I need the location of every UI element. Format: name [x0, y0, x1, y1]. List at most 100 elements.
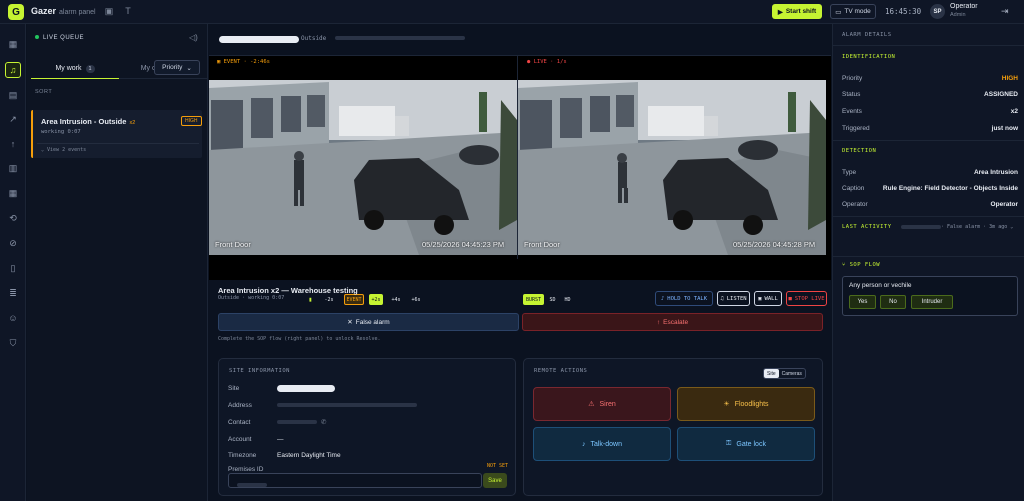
timezone-value: Eastern Daylight Time — [277, 452, 341, 459]
wall-button[interactable]: ▣ WALL — [754, 291, 782, 306]
upload-icon[interactable]: ↑ — [5, 136, 21, 152]
sop-yes-button[interactable]: Yes — [849, 295, 876, 309]
trend-icon[interactable]: ↗ — [5, 111, 21, 127]
escalate-button[interactable]: ↑ Escalate — [522, 313, 823, 331]
toggle-site[interactable]: Site — [764, 369, 779, 378]
top-bar: G Gazer alarm panel ▣ T ▶ Start shift ▭ TV … — [0, 0, 1024, 24]
layout-icon[interactable]: ▣ — [104, 6, 114, 16]
arrow-up-icon: ↑ — [656, 318, 661, 326]
alarm-title: Area Intrusion - Outside x2 — [41, 117, 135, 126]
premises-id-input[interactable] — [228, 473, 482, 488]
scrub-event[interactable]: EVENT — [344, 294, 364, 305]
queue-title: LIVE QUEUE — [35, 35, 84, 41]
route-icon[interactable]: ⟲ — [5, 210, 21, 226]
toggle-cameras[interactable]: Cameras — [779, 369, 805, 378]
scrub-plus-2[interactable]: +2s — [369, 294, 383, 305]
false-alarm-button[interactable]: ✕ False alarm — [218, 313, 519, 331]
calendar-grid-icon[interactable]: ▦ — [5, 185, 21, 201]
text-size-icon[interactable]: T — [123, 6, 133, 16]
siren-label: Siren — [599, 400, 616, 408]
site-information-panel: SITE INFORMATION Site Address Contact ✆ … — [218, 358, 516, 496]
priority-label: Priority — [842, 75, 863, 82]
close-icon: ✕ — [347, 319, 353, 326]
floodlights-button[interactable]: ☀ Floodlights — [677, 387, 815, 421]
scrub-minus-2[interactable]: -2s — [322, 294, 336, 305]
quality-sd[interactable]: SD — [546, 294, 559, 305]
alarm-card[interactable]: Area Intrusion - Outside x2 HIGH working … — [31, 110, 202, 158]
scrub-plus-4[interactable]: +4s — [389, 294, 403, 305]
bell-off-icon[interactable]: ⊘ — [5, 235, 21, 251]
caption-label: Caption — [842, 185, 865, 192]
app-logo: G — [8, 4, 24, 20]
wall-icon: ▣ — [758, 295, 762, 302]
logout-icon[interactable]: ⇥ — [1001, 6, 1009, 17]
sop-no-button[interactable]: No — [880, 295, 906, 309]
priority-value: HIGH — [1001, 75, 1018, 82]
scroll-icon[interactable]: ≣ — [5, 285, 21, 301]
start-shift-label: Start shift — [785, 8, 817, 15]
premises-label: Premises ID — [228, 466, 264, 473]
shield-icon[interactable]: ⛉ — [5, 335, 21, 351]
chevron-down-icon: ⌄ — [186, 64, 192, 72]
events-label: Events — [842, 108, 862, 115]
priority-badge: HIGH — [181, 116, 202, 126]
grid-icon[interactable]: ▦ — [5, 36, 21, 52]
tab-my-work[interactable]: My work 1 — [31, 59, 119, 79]
redacted-camera-name — [219, 36, 299, 43]
view-events-link[interactable]: ⌄ View 2 events — [41, 147, 86, 153]
contact-label: Contact — [228, 419, 251, 426]
alarm-count: x2 — [129, 120, 136, 126]
gate-lock-button[interactable]: ⚿ Gate lock — [677, 427, 815, 461]
start-shift-button[interactable]: ▶ Start shift — [772, 4, 822, 19]
tab-my-work-label: My work — [55, 65, 82, 72]
hold-to-talk-button[interactable]: ♪ HOLD TO TALK — [655, 291, 713, 306]
bell-icon[interactable]: ♫ — [5, 62, 21, 78]
document-icon[interactable]: ▯ — [5, 260, 21, 276]
icon-rail: ▦ ♫ ▤ ↗ ↑ ▥ ▦ ⟲ ⊘ ▯ ≣ ☺ ⛉ — [0, 24, 26, 501]
triggered-row: Triggered just now — [842, 125, 1018, 132]
app-subtitle: alarm panel — [59, 9, 96, 16]
listen-button[interactable]: ♫ LISTEN — [717, 291, 750, 306]
talk-down-button[interactable]: ♪ Talk-down — [533, 427, 671, 461]
quality-hd[interactable]: HD — [561, 294, 574, 305]
camera-icon: ▣ — [217, 59, 224, 65]
details-separator — [833, 140, 1024, 141]
event-feed[interactable]: Front Door 05/25/2026 04:45:23 PM — [209, 80, 517, 255]
wall-label: WALL — [764, 295, 778, 302]
alarm-details-panel: ALARM DETAILS IDENTIFICATION Priority HIG… — [832, 24, 1024, 501]
scrub-plus-6[interactable]: +6s — [409, 294, 423, 305]
phone-icon[interactable]: ✆ — [321, 419, 326, 426]
sop-intruder-button[interactable]: Intruder — [911, 295, 953, 309]
user-role: Admin — [950, 12, 966, 18]
contact-blur — [277, 420, 317, 425]
bar-chart-icon[interactable]: ▥ — [5, 160, 21, 176]
last-activity-value[interactable]: · False alarm · 3m ago ⌄ — [901, 224, 1013, 230]
escalate-label: Escalate — [663, 318, 689, 326]
account-value: — — [277, 436, 284, 443]
stop-icon: ■ — [788, 295, 792, 302]
sop-question-box: Any person or vechile Yes No Intruder — [842, 276, 1018, 316]
live-feed[interactable]: Front Door 05/25/2026 04:45:28 PM — [518, 80, 826, 255]
sort-select[interactable]: Priority ⌄ — [154, 60, 200, 75]
tv-mode-label: TV mode — [844, 8, 871, 15]
address-value — [277, 402, 417, 409]
alarm-details-header: ALARM DETAILS — [842, 32, 892, 38]
avatar[interactable]: SP — [930, 4, 945, 19]
live-feed-name: Front Door — [524, 240, 560, 249]
tab-my-work-count: 1 — [85, 64, 95, 73]
siren-icon: ⚠ — [588, 401, 595, 408]
sort-label: SORT — [35, 89, 53, 95]
calendar-icon[interactable]: ▤ — [5, 87, 21, 103]
caption-value: Rule Engine: Field Detector - Objects In… — [882, 185, 1018, 192]
camera-path-blur — [335, 36, 465, 40]
save-button[interactable]: Save — [483, 473, 507, 488]
stop-live-button[interactable]: ■ STOP LIVE — [786, 291, 827, 306]
tv-mode-button[interactable]: ▭ TV mode — [830, 4, 876, 19]
volume-icon[interactable]: ◁) — [189, 33, 198, 42]
alarm-divider — [37, 143, 199, 144]
record-icon: ● — [527, 59, 534, 65]
quality-burst[interactable]: BURST — [523, 294, 544, 305]
operator-row: Operator Operator — [842, 201, 1018, 208]
users-icon[interactable]: ☺ — [5, 310, 21, 326]
siren-button[interactable]: ⚠ Siren — [533, 387, 671, 421]
